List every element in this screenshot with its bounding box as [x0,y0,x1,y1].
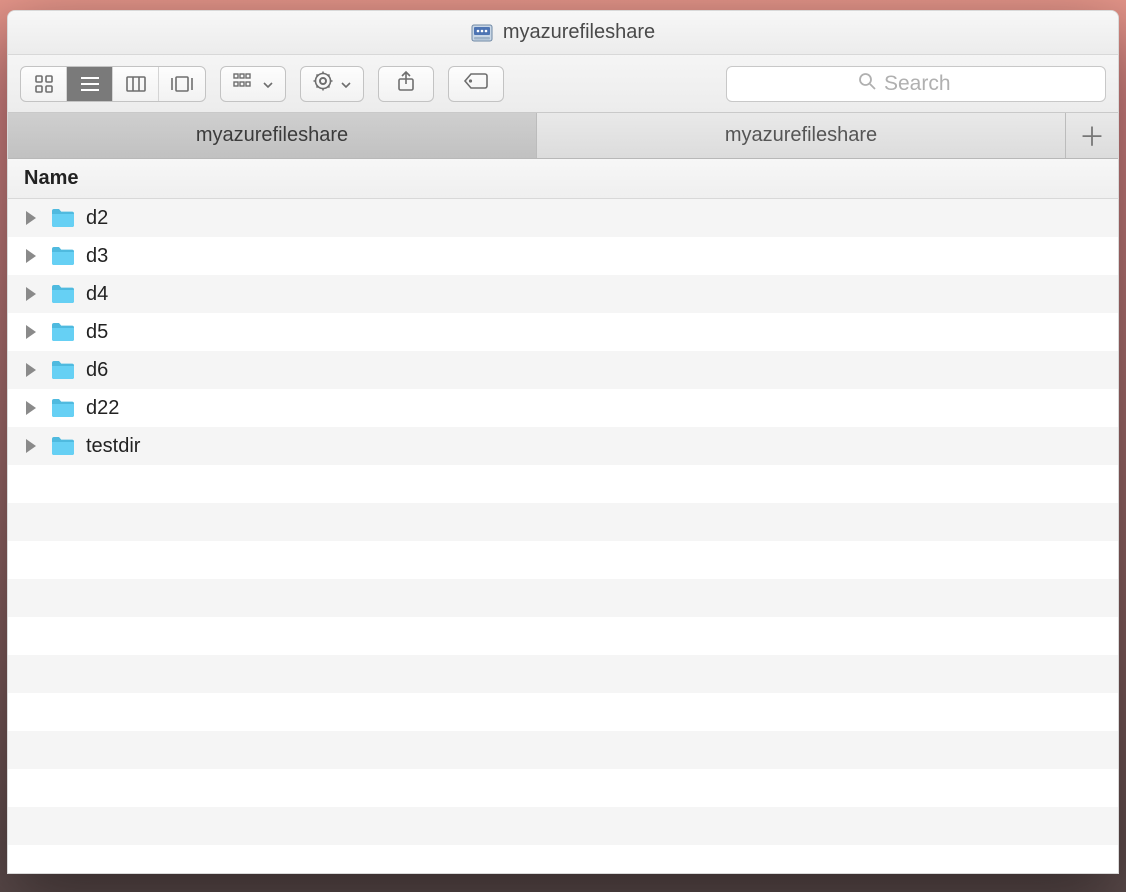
arrange-icon [233,73,255,94]
list-item[interactable]: d2 [8,199,1118,237]
folder-icon [50,435,76,457]
folder-icon [50,321,76,343]
empty-row [8,769,1118,807]
tab-bar: myazurefileshare myazurefileshare ＋ [8,113,1118,159]
folder-icon [50,397,76,419]
disclosure-triangle-icon[interactable] [26,211,36,225]
disclosure-triangle-icon[interactable] [26,439,36,453]
share-icon [397,70,415,97]
view-mode-icon[interactable] [21,67,67,101]
titlebar[interactable]: myazurefileshare [8,11,1118,55]
chevron-down-icon [263,75,273,93]
item-name: d4 [86,283,108,306]
column-name: Name [24,167,78,190]
finder-window: myazurefileshare [7,10,1119,874]
empty-row [8,655,1118,693]
folder-icon [50,359,76,381]
file-list[interactable]: d2 d3 d4 d5 d6 [8,199,1118,873]
tag-icon [463,72,489,95]
disclosure-triangle-icon[interactable] [26,249,36,263]
folder-icon [50,283,76,305]
column-header[interactable]: Name [8,159,1118,199]
disclosure-triangle-icon[interactable] [26,363,36,377]
network-share-icon [471,24,493,42]
disclosure-triangle-icon[interactable] [26,325,36,339]
folder-icon [50,207,76,229]
list-item[interactable]: d22 [8,389,1118,427]
tags-button[interactable] [448,66,504,102]
window-title: myazurefileshare [503,21,655,44]
tab-0[interactable]: myazurefileshare [8,113,537,158]
item-name: d6 [86,359,108,382]
empty-row [8,541,1118,579]
view-mode-group [20,66,206,102]
list-item[interactable]: d6 [8,351,1118,389]
item-name: testdir [86,435,140,458]
item-name: d3 [86,245,108,268]
empty-row [8,503,1118,541]
share-button[interactable] [378,66,434,102]
item-name: d22 [86,397,119,420]
toolbar [8,55,1118,113]
tab-label: myazurefileshare [196,124,348,147]
new-tab-button[interactable]: ＋ [1066,113,1118,158]
arrange-button[interactable] [220,66,286,102]
list-item[interactable]: d3 [8,237,1118,275]
plus-icon: ＋ [1079,117,1105,154]
gear-icon [313,71,333,96]
view-mode-list[interactable] [67,67,113,101]
empty-row [8,693,1118,731]
tab-label: myazurefileshare [725,124,877,147]
search-field[interactable] [726,66,1106,102]
list-item[interactable]: d4 [8,275,1118,313]
action-button[interactable] [300,66,364,102]
item-name: d5 [86,321,108,344]
disclosure-triangle-icon[interactable] [26,401,36,415]
folder-icon [50,245,76,267]
chevron-down-icon [341,75,351,93]
view-mode-column[interactable] [113,67,159,101]
empty-row [8,579,1118,617]
search-input[interactable] [884,72,974,96]
view-mode-coverflow[interactable] [159,67,205,101]
item-name: d2 [86,207,108,230]
search-icon [858,72,876,96]
empty-row [8,807,1118,845]
list-item[interactable]: testdir [8,427,1118,465]
list-item[interactable]: d5 [8,313,1118,351]
empty-row [8,617,1118,655]
tab-1[interactable]: myazurefileshare [537,113,1066,158]
empty-row [8,731,1118,769]
empty-row [8,465,1118,503]
disclosure-triangle-icon[interactable] [26,287,36,301]
